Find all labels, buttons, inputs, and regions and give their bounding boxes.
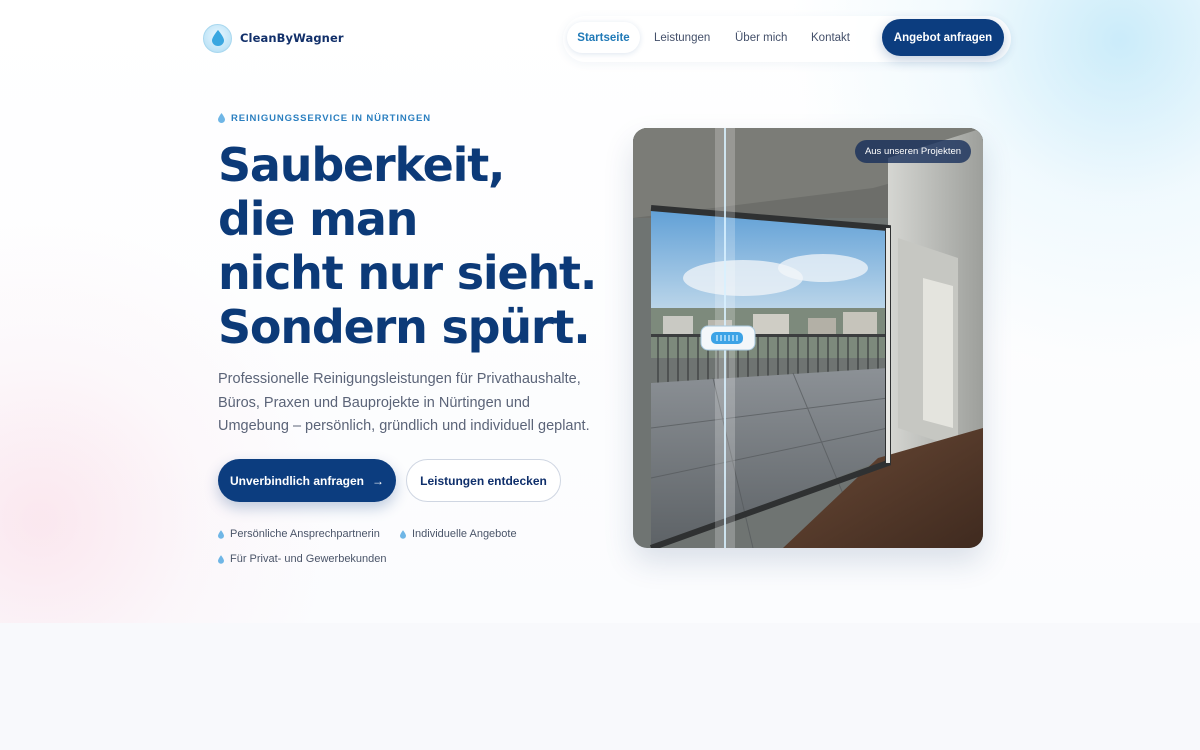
brand-logo (203, 23, 232, 53)
brand[interactable]: CleanByWagner (203, 23, 344, 53)
headline-highlight: spürt (439, 300, 575, 354)
project-photo (633, 128, 983, 548)
water-drop-icon (218, 113, 225, 123)
angebot-anfragen-button[interactable]: Angebot anfragen (882, 19, 1004, 56)
nav-item-leistungen[interactable]: Leistungen (654, 22, 710, 53)
primary-cta-label: Unverbindlich anfragen (229, 473, 365, 488)
headline-suffix: . (573, 300, 591, 354)
feature-label: Persönliche Ansprechpartnerin (230, 528, 380, 540)
leistungen-entdecken-button[interactable]: Leistungen entdecken (406, 459, 561, 502)
nav-item-kontakt[interactable]: Kontakt (811, 22, 850, 53)
headline-line: die man (218, 192, 418, 246)
eyebrow-text: REINIGUNGSSERVICE IN NÜRTINGEN (231, 112, 431, 124)
headline-highlight-text: spürt (441, 300, 574, 354)
brand-name: CleanByWagner (240, 31, 344, 45)
feature-label: Für Privat- und Gewerbekunden (230, 553, 387, 565)
water-drop-icon (211, 30, 224, 46)
feature-label: Individuelle Angebote (412, 528, 517, 540)
hero-headline: Sauberkeit, die man nicht nur sieht. Son… (218, 138, 638, 354)
water-drop-icon (218, 554, 224, 564)
nav-item-ueber-mich[interactable]: Über mich (735, 22, 787, 53)
headline-line: nicht nur sieht. (218, 246, 597, 300)
water-drop-icon (218, 529, 224, 539)
hero-lead: Professionelle Reinigungsleistungen für … (218, 371, 590, 434)
headline-line: Sauberkeit, (218, 138, 506, 192)
eyebrow: REINIGUNGSSERVICE IN NÜRTINGEN (218, 111, 431, 125)
arrow-right-icon: → (372, 473, 385, 488)
feature-item: Individuelle Angebote (400, 527, 517, 541)
lower-section-background (0, 623, 1200, 750)
window-cleaning-illustration (633, 128, 983, 548)
headline-line-last: Sondern spürt. (218, 300, 638, 354)
nav-item-startseite[interactable]: Startseite (567, 22, 640, 53)
feature-item: Persönliche Ansprechpartnerin (218, 527, 380, 541)
water-drop-icon (400, 529, 406, 539)
feature-item: Für Privat- und Gewerbekunden (218, 552, 387, 566)
unverbindlich-anfragen-button[interactable]: Unverbindlich anfragen → (218, 459, 396, 502)
headline-prefix: Sondern (218, 300, 442, 354)
project-badge: Aus unseren Projekten (855, 140, 971, 163)
